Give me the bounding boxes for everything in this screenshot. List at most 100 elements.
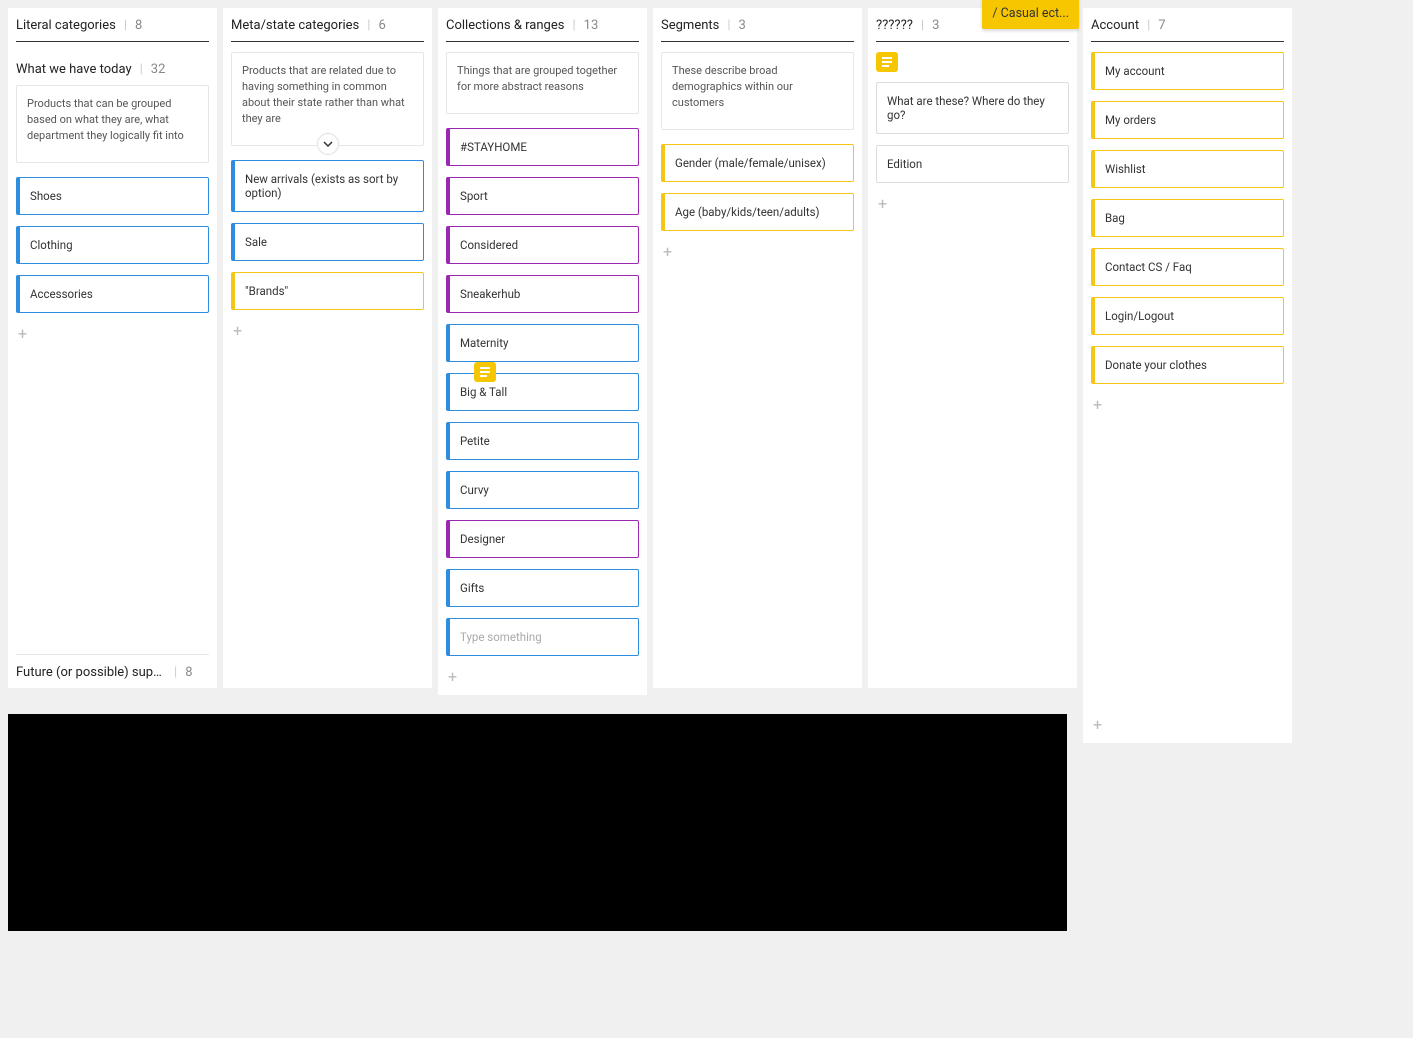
card[interactable]: Edition <box>876 145 1069 183</box>
card[interactable]: Accessories <box>16 275 209 313</box>
card[interactable]: Gender (male/female/unisex) <box>661 144 854 182</box>
chevron-down-icon[interactable] <box>317 133 339 155</box>
card-label: Gender (male/female/unisex) <box>675 156 826 170</box>
section-footer[interactable]: Future (or possible) supp...|8 <box>16 654 209 680</box>
card[interactable]: Gifts <box>446 569 639 607</box>
card[interactable]: Designer <box>446 520 639 558</box>
column-header[interactable]: Literal categories|8 <box>16 18 209 42</box>
new-card-input-wrapper[interactable] <box>446 618 639 656</box>
comment-icon[interactable] <box>876 52 898 72</box>
subheader-count: 32 <box>151 62 166 77</box>
card-label: Clothing <box>30 238 73 252</box>
card-label: Bag <box>1105 211 1125 225</box>
card-label: Contact CS / Faq <box>1105 260 1192 274</box>
card[interactable]: #STAYHOME <box>446 128 639 166</box>
subheader-title: What we have today <box>16 62 132 77</box>
column-1: Meta/state categories|6 Products that are… <box>223 8 432 688</box>
card[interactable]: Sport <box>446 177 639 215</box>
column-title: ?????? <box>876 18 913 33</box>
card[interactable]: Wishlist <box>1091 150 1284 188</box>
card[interactable]: Login/Logout <box>1091 297 1284 335</box>
card[interactable]: Big & Tall <box>446 373 639 411</box>
separator: | <box>174 665 177 680</box>
description-card[interactable]: Products that are related due to having … <box>231 52 424 146</box>
card[interactable]: "Brands" <box>231 272 424 310</box>
card[interactable]: New arrivals (exists as sort by option) <box>231 160 424 212</box>
redaction-overlay <box>8 714 1067 931</box>
card[interactable]: Bag <box>1091 199 1284 237</box>
card[interactable]: Considered <box>446 226 639 264</box>
description-card[interactable]: Things that are grouped together for mor… <box>446 52 639 114</box>
description-text: Products that can be grouped based on wh… <box>27 97 184 142</box>
column-4: / Casual ect...??????|3What are these? W… <box>868 8 1077 688</box>
separator: | <box>140 62 143 77</box>
description-card[interactable]: These describe broad demographics within… <box>661 52 854 130</box>
card[interactable]: Age (baby/kids/teen/adults) <box>661 193 854 231</box>
column-header[interactable]: Meta/state categories|6 <box>231 18 424 42</box>
add-card-button[interactable]: + <box>16 324 209 344</box>
subheader[interactable]: What we have today | 32 <box>16 52 209 85</box>
column-header[interactable]: Segments|3 <box>661 18 854 42</box>
separator: | <box>1147 18 1150 33</box>
column-count: 8 <box>135 18 142 33</box>
card-label: Big & Tall <box>460 385 507 399</box>
add-card-button[interactable]: + <box>446 667 639 687</box>
column-count: 3 <box>739 18 746 33</box>
card-label: "Brands" <box>245 284 288 298</box>
card[interactable]: Contact CS / Faq <box>1091 248 1284 286</box>
card-label: Age (baby/kids/teen/adults) <box>675 205 820 219</box>
card[interactable]: Clothing <box>16 226 209 264</box>
column-count: 13 <box>584 18 599 33</box>
card[interactable]: Sale <box>231 223 424 261</box>
separator: | <box>367 18 370 33</box>
card[interactable]: Petite <box>446 422 639 460</box>
card-label: Petite <box>460 434 490 448</box>
add-card-button[interactable]: + <box>1091 395 1284 415</box>
card-label: Wishlist <box>1105 162 1146 176</box>
column-count: 7 <box>1158 18 1165 33</box>
card[interactable]: My orders <box>1091 101 1284 139</box>
card[interactable]: Donate your clothes <box>1091 346 1284 384</box>
column-count: 3 <box>932 18 939 33</box>
add-card-button[interactable]: + <box>876 194 1069 214</box>
card-label: My orders <box>1105 113 1156 127</box>
description-card[interactable]: Products that can be grouped based on wh… <box>16 85 209 163</box>
description-text: These describe broad demographics within… <box>672 64 793 109</box>
column-title: Account <box>1091 18 1139 33</box>
separator: | <box>727 18 730 33</box>
card-label: Curvy <box>460 483 489 497</box>
card-label: Sport <box>460 189 488 203</box>
new-card-input[interactable] <box>460 630 628 644</box>
card-label: Edition <box>887 157 922 171</box>
card-label: Sneakerhub <box>460 287 520 301</box>
column-title: Collections & ranges <box>446 18 564 33</box>
column-3: Segments|3These describe broad demograph… <box>653 8 862 688</box>
card[interactable]: What are these? Where do they go? <box>876 82 1069 134</box>
card[interactable]: Shoes <box>16 177 209 215</box>
card-label: #STAYHOME <box>460 140 527 154</box>
card[interactable]: My account <box>1091 52 1284 90</box>
card-label: Maternity <box>460 336 508 350</box>
card-label: Sale <box>245 235 267 249</box>
card-label: Gifts <box>460 581 484 595</box>
comment-icon[interactable] <box>474 362 496 382</box>
separator: | <box>124 18 127 33</box>
column-0: Literal categories|8What we have today|3… <box>8 8 217 688</box>
sticky-note[interactable]: / Casual ect... <box>982 0 1079 29</box>
card-label: Designer <box>460 532 505 546</box>
separator: | <box>921 18 924 33</box>
card-label: Considered <box>460 238 518 252</box>
card[interactable]: Maternity <box>446 324 639 362</box>
column-header[interactable]: Account | 7 <box>1091 18 1284 42</box>
card-label: My account <box>1105 64 1165 78</box>
footer-title: Future (or possible) supp... <box>16 665 166 680</box>
card[interactable]: Curvy <box>446 471 639 509</box>
column-header[interactable]: Collections & ranges|13 <box>446 18 639 42</box>
card-label: Accessories <box>30 287 93 301</box>
card-label: What are these? Where do they go? <box>887 94 1045 122</box>
add-card-button[interactable]: + <box>1091 715 1284 735</box>
column-5: Account | 7 My account My orders Wishlist Bag C… <box>1083 8 1292 743</box>
add-card-button[interactable]: + <box>661 242 854 262</box>
card[interactable]: Sneakerhub <box>446 275 639 313</box>
add-card-button[interactable]: + <box>231 321 424 341</box>
